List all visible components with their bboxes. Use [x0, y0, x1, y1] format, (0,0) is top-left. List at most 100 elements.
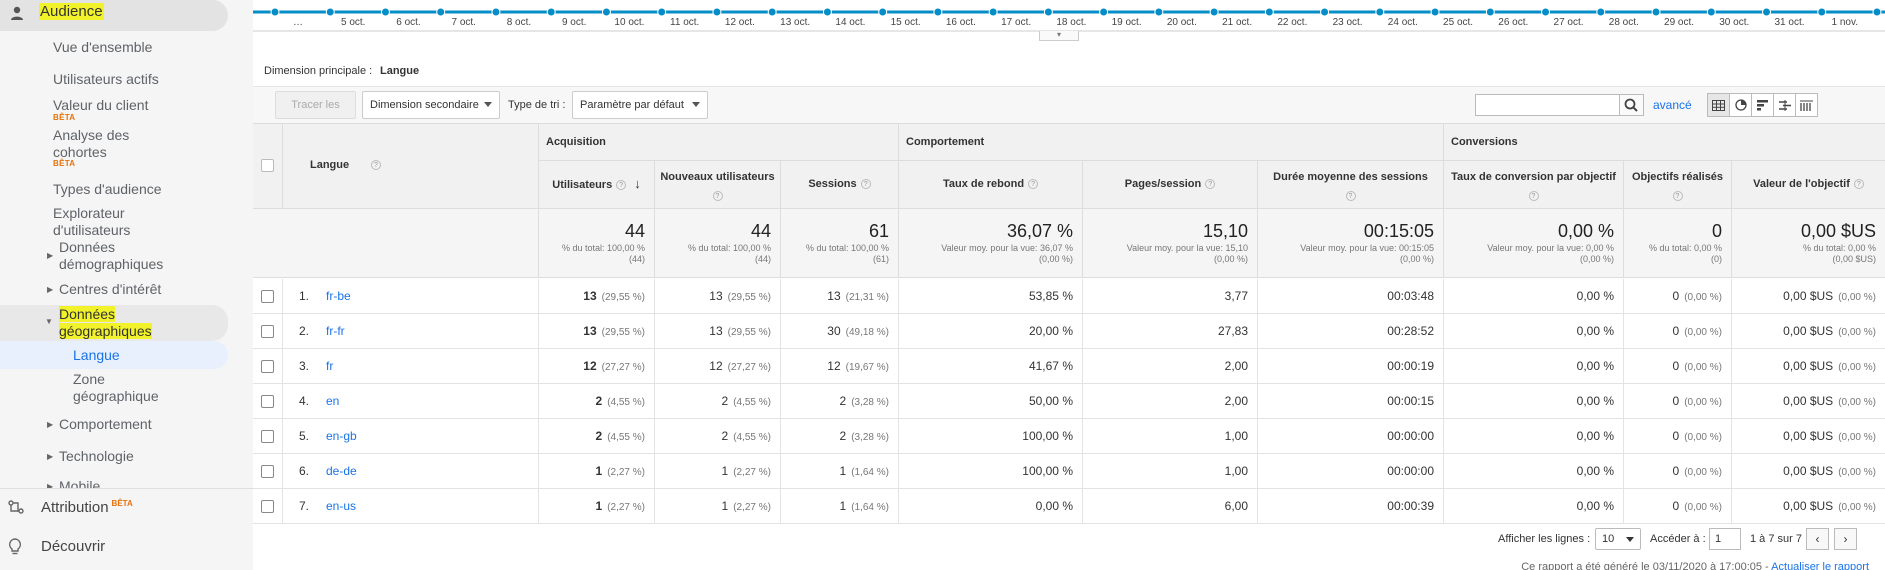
secondary-dimension-dropdown[interactable]: Dimension secondaire — [362, 91, 500, 119]
row-language-link[interactable]: fr-be — [326, 279, 351, 314]
series-point[interactable] — [1541, 7, 1551, 17]
series-point[interactable] — [988, 7, 998, 17]
help-icon[interactable]: ? — [712, 191, 723, 202]
series-point[interactable] — [1651, 7, 1661, 17]
help-icon[interactable]: ? — [1205, 179, 1216, 190]
series-point[interactable] — [1430, 7, 1440, 17]
row-checkbox[interactable] — [261, 500, 274, 513]
series-point[interactable] — [712, 7, 722, 17]
series-point[interactable] — [1817, 7, 1827, 17]
help-icon[interactable]: ? — [1028, 179, 1039, 190]
series-point[interactable] — [1154, 7, 1164, 17]
header-duree-moyenne[interactable]: Durée moyenne des sessions ? — [1257, 161, 1443, 209]
row-checkbox[interactable] — [261, 360, 274, 373]
series-point[interactable] — [1706, 7, 1716, 17]
row-checkbox[interactable] — [261, 290, 274, 303]
series-point[interactable] — [1320, 7, 1330, 17]
row-language-link[interactable]: en-us — [326, 489, 356, 524]
series-point[interactable] — [601, 7, 611, 17]
sidebar-item-types-audience[interactable]: Types d'audience — [53, 181, 162, 198]
comparison-icon[interactable] — [1773, 93, 1796, 117]
sidebar-item-vue-ensemble[interactable]: Vue d'ensemble — [53, 39, 152, 56]
row-language-link[interactable]: fr — [326, 349, 333, 384]
sidebar-item-analyse-cohortes[interactable]: Analyse des cohortes — [53, 127, 163, 161]
header-nouveaux-utilisateurs[interactable]: Nouveaux utilisateurs ? — [654, 161, 780, 209]
plot-rows-button[interactable]: Tracer les lignes — [275, 91, 356, 137]
series-point[interactable] — [1043, 7, 1053, 17]
series-point[interactable] — [1264, 7, 1274, 17]
series-point[interactable] — [1762, 7, 1772, 17]
row-checkbox[interactable] — [261, 325, 274, 338]
header-sessions[interactable]: Sessions? — [780, 161, 898, 209]
sidebar-item-langue[interactable]: Langue — [73, 347, 120, 363]
series-point[interactable] — [822, 7, 832, 17]
series-point[interactable] — [767, 7, 777, 17]
series-point[interactable] — [657, 7, 667, 17]
next-page-button[interactable]: › — [1834, 528, 1857, 550]
primary-dimension-value[interactable]: Langue — [380, 65, 419, 77]
row-checkbox[interactable] — [261, 465, 274, 478]
series-point[interactable] — [1596, 7, 1606, 17]
sort-type-dropdown[interactable]: Paramètre par défaut — [572, 91, 708, 119]
cell-percentage: (0,00 %) — [1684, 327, 1722, 338]
sidebar-section-audience[interactable]: Audience — [0, 0, 228, 31]
goto-input[interactable]: 1 — [1709, 528, 1741, 550]
pivot-icon[interactable] — [1795, 93, 1818, 117]
help-icon[interactable]: ? — [616, 180, 627, 191]
series-point[interactable] — [546, 7, 556, 17]
series-point[interactable] — [1209, 7, 1219, 17]
header-objectifs-realises[interactable]: Objectifs réalisés ? — [1623, 161, 1731, 209]
help-icon[interactable]: ? — [1853, 179, 1864, 190]
chart-collapse-handle[interactable]: ▾ — [1039, 31, 1079, 41]
sidebar-item-zone-geographique[interactable]: Zone géographique — [73, 371, 173, 405]
pie-chart-icon[interactable] — [1729, 93, 1752, 117]
header-langue-cell[interactable]: Langue ? — [282, 124, 538, 209]
help-icon[interactable]: ? — [1672, 191, 1683, 202]
row-checkbox[interactable] — [261, 395, 274, 408]
series-point[interactable] — [325, 7, 335, 17]
series-point[interactable] — [878, 7, 888, 17]
header-pages-session[interactable]: Pages/session? — [1082, 161, 1257, 209]
help-icon[interactable]: ? — [1528, 191, 1539, 202]
bar-chart-icon[interactable] — [1751, 93, 1774, 117]
sidebar-item-explorateur[interactable]: Explorateur d'utilisateurs — [53, 205, 163, 239]
sidebar-item-donnees-geographiques[interactable]: Données géographiques — [59, 306, 169, 340]
sidebar-item-donnees-demographiques[interactable]: Données démographiques — [59, 239, 199, 273]
row-language-link[interactable]: de-de — [326, 454, 357, 489]
search-button[interactable] — [1619, 94, 1644, 116]
select-all-checkbox[interactable] — [261, 159, 274, 172]
series-point[interactable] — [270, 7, 280, 17]
row-language-link[interactable]: en — [326, 384, 339, 419]
table-view-icon[interactable] — [1707, 93, 1730, 117]
series-point[interactable] — [1375, 7, 1385, 17]
advanced-filter-link[interactable]: avancé — [1653, 98, 1692, 112]
sidebar-item-technologie[interactable]: Technologie — [59, 448, 134, 465]
series-point[interactable] — [436, 7, 446, 17]
header-taux-conversion[interactable]: Taux de conversion par objectif ? — [1443, 161, 1623, 209]
sidebar-item-decouvrir[interactable]: Découvrir — [41, 538, 105, 555]
help-icon[interactable]: ? — [860, 179, 871, 190]
sidebar-item-centres-interet[interactable]: Centres d'intérêt — [59, 281, 161, 298]
table-search-input[interactable] — [1475, 94, 1620, 116]
sidebar-item-valeur-client[interactable]: Valeur du client — [53, 97, 148, 114]
sidebar-item-comportement[interactable]: Comportement — [59, 416, 152, 433]
series-point[interactable] — [933, 7, 943, 17]
series-point[interactable] — [1099, 7, 1109, 17]
help-icon[interactable]: ? — [1345, 191, 1356, 202]
series-point[interactable] — [491, 7, 501, 17]
series-point[interactable] — [1872, 7, 1882, 17]
show-rows-select[interactable]: 10 — [1595, 528, 1641, 550]
series-point[interactable] — [1485, 7, 1495, 17]
refresh-report-link[interactable]: Actualiser le rapport — [1771, 561, 1869, 570]
sidebar-item-utilisateurs-actifs[interactable]: Utilisateurs actifs — [53, 71, 159, 88]
header-utilisateurs[interactable]: Utilisateurs? ↓ — [538, 161, 654, 209]
header-taux-rebond[interactable]: Taux de rebond? — [898, 161, 1082, 209]
header-valeur-objectif[interactable]: Valeur de l'objectif? — [1731, 161, 1885, 209]
prev-page-button[interactable]: ‹ — [1806, 528, 1829, 550]
series-point[interactable] — [380, 7, 390, 17]
row-checkbox[interactable] — [261, 430, 274, 443]
row-language-link[interactable]: en-gb — [326, 419, 357, 454]
row-language-link[interactable]: fr-fr — [326, 314, 345, 349]
sidebar-item-attribution[interactable]: Attribution BÊTA — [41, 499, 133, 516]
help-icon[interactable]: ? — [371, 160, 381, 170]
